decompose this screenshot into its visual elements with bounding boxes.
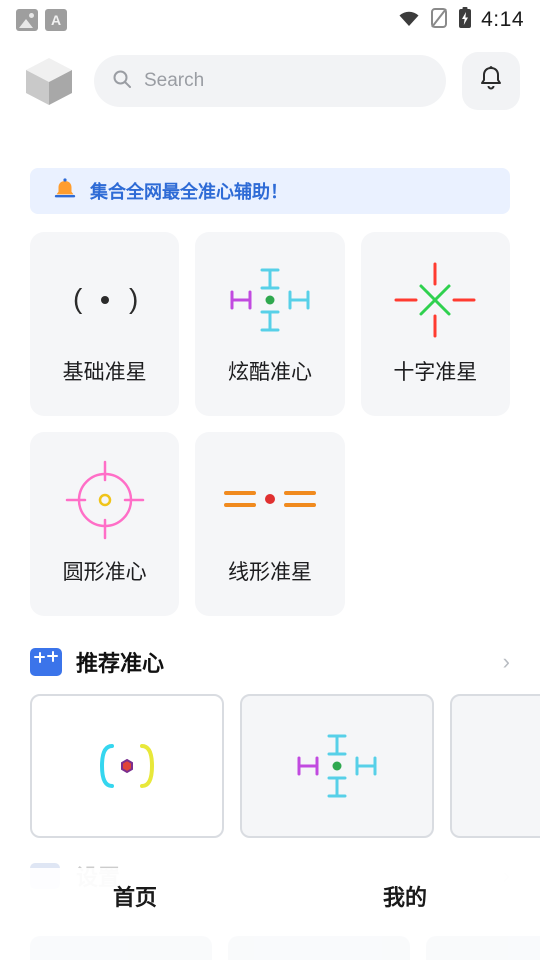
crosshair-badge-icon <box>30 648 62 676</box>
search-icon <box>112 69 132 94</box>
svg-text:(: ( <box>73 283 83 314</box>
status-bar: A 4:14 <box>0 0 540 40</box>
settings-card[interactable] <box>228 936 410 960</box>
category-card-fancy[interactable]: 炫酷准心 <box>195 232 345 416</box>
nav-item-home[interactable]: 首页 <box>0 880 270 912</box>
app-screen: A 4:14 Search 集合全网最全准心辅助！ () 基础准星 炫酷准心 … <box>0 0 540 960</box>
bell-icon <box>478 65 504 98</box>
app-header: Search <box>0 40 540 122</box>
category-grid: ( ) 基础准星 炫酷准心 十字准星 圆形准心 线形准星 <box>30 232 510 616</box>
image-icon <box>16 9 38 31</box>
svg-text:): ) <box>129 283 138 314</box>
category-label: 十字准星 <box>393 361 478 384</box>
sim-off-icon <box>429 7 449 34</box>
settings-card-row <box>30 936 540 960</box>
cube-logo <box>20 52 78 110</box>
status-bar-left: A <box>16 9 67 31</box>
cross-star-crosshair-art <box>390 262 480 338</box>
chevron-right-icon[interactable]: › <box>503 649 510 675</box>
category-card-line[interactable]: 线形准星 <box>195 432 345 616</box>
circle-crosshair-art <box>63 460 147 540</box>
recommend-card[interactable] <box>450 694 540 838</box>
category-card-cross[interactable]: 十字准星 <box>360 232 510 416</box>
recommend-title: 推荐准心 <box>76 651 165 676</box>
line-crosshair-art <box>220 462 320 538</box>
fancy-crosshair-art <box>297 734 377 798</box>
battery-icon <box>457 6 473 34</box>
wifi-icon <box>397 8 421 33</box>
status-bar-right: 4:14 <box>397 6 524 34</box>
bottom-navigation: 首页 我的 <box>0 868 540 924</box>
search-placeholder: Search <box>144 70 205 91</box>
font-a-icon: A <box>45 9 67 31</box>
recommend-card-row[interactable] <box>30 694 540 838</box>
settings-card[interactable] <box>30 936 212 960</box>
category-label: 圆形准心 <box>62 561 147 584</box>
fancy-crosshair-art <box>222 262 318 338</box>
search-input[interactable]: Search <box>94 55 446 107</box>
settings-card[interactable] <box>426 936 540 960</box>
category-card-circle[interactable]: 圆形准心 <box>30 432 180 616</box>
banner-text: 集合全网最全准心辅助！ <box>90 182 288 202</box>
status-clock: 4:14 <box>481 8 524 31</box>
bracket-hex-crosshair-art <box>99 744 155 788</box>
notification-button[interactable] <box>462 52 520 110</box>
nav-item-mine[interactable]: 我的 <box>270 880 540 912</box>
recommend-card[interactable] <box>30 694 224 838</box>
dot-paren-crosshair-art: ( ) <box>59 262 151 338</box>
category-label: 基础准星 <box>62 361 147 384</box>
bell-filled-icon <box>52 177 78 206</box>
promo-banner[interactable]: 集合全网最全准心辅助！ <box>30 168 510 214</box>
category-label: 线形准星 <box>227 561 312 584</box>
category-card-basic[interactable]: ( ) 基础准星 <box>30 232 180 416</box>
recommend-section-header: 推荐准心 › <box>30 646 510 678</box>
category-label: 炫酷准心 <box>227 361 312 384</box>
recommend-card[interactable] <box>240 694 434 838</box>
